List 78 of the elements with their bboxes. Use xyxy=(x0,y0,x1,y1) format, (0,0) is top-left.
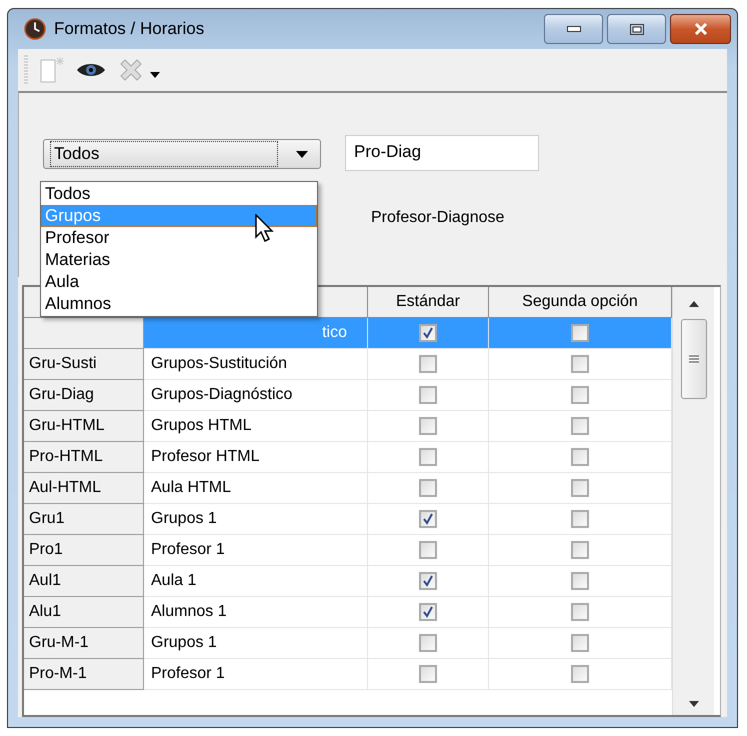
code-field[interactable]: Pro-Diag xyxy=(345,135,539,171)
scroll-up-icon xyxy=(688,301,698,307)
row-header-cell: Gru-Diag xyxy=(24,380,144,411)
checkbox[interactable] xyxy=(571,603,589,621)
toolbar-button[interactable] xyxy=(150,72,160,78)
checkbox[interactable] xyxy=(571,665,589,683)
maximize-icon xyxy=(630,24,644,34)
table-cell: Aula 1 xyxy=(151,572,196,590)
new-document-icon xyxy=(38,55,66,85)
row-header-cell: Pro-M-1 xyxy=(24,659,144,690)
caret-icon xyxy=(150,72,160,78)
row-header-cell: Alu1 xyxy=(24,597,144,628)
checkbox[interactable] xyxy=(571,324,589,342)
row-header-cell: Gru-HTML xyxy=(24,411,144,442)
dropdown-option[interactable]: Aula xyxy=(41,271,317,293)
column-header[interactable]: Estándar xyxy=(368,287,489,318)
clock-icon xyxy=(24,18,46,40)
table-cell: Profesor 1 xyxy=(151,541,225,559)
toolbar-button[interactable] xyxy=(76,61,106,79)
eye-icon xyxy=(76,61,106,79)
checkbox[interactable] xyxy=(571,417,589,435)
dropdown-option[interactable]: Alumnos xyxy=(41,293,317,315)
checkbox[interactable] xyxy=(419,386,437,404)
row-header-cell: Pro-HTML xyxy=(24,442,144,473)
checkbox[interactable] xyxy=(571,448,589,466)
window-title: Formatos / Horarios xyxy=(54,19,204,39)
checkbox[interactable] xyxy=(419,665,437,683)
minimize-icon xyxy=(566,26,580,32)
checkbox[interactable] xyxy=(419,355,437,373)
dropdown-option[interactable]: Profesor xyxy=(41,227,317,249)
checkbox[interactable] xyxy=(571,510,589,528)
checkbox[interactable] xyxy=(419,448,437,466)
checkbox[interactable] xyxy=(419,541,437,559)
row-header-cell: Gru1 xyxy=(24,504,144,535)
close-icon xyxy=(692,23,708,35)
scrollbar[interactable] xyxy=(672,287,714,715)
checkbox[interactable] xyxy=(571,479,589,497)
checkbox[interactable] xyxy=(419,324,437,342)
dropdown-option[interactable]: Materias xyxy=(41,249,317,271)
table-cell: Alumnos 1 xyxy=(151,603,227,621)
checkbox[interactable] xyxy=(419,479,437,497)
close-button[interactable] xyxy=(670,14,731,44)
checkbox[interactable] xyxy=(419,634,437,652)
scroll-down-icon xyxy=(688,701,698,707)
table-cell: Grupos-Diagnóstico xyxy=(151,386,292,404)
row-header-cell: Pro1 xyxy=(24,535,144,566)
table-cell: tico xyxy=(322,324,347,342)
checkbox[interactable] xyxy=(571,355,589,373)
mouse-pointer-icon xyxy=(255,214,275,242)
row-header-cell: Aul1 xyxy=(24,566,144,597)
type-dropdown[interactable]: Todos xyxy=(43,139,321,169)
scrollbar-thumb[interactable] xyxy=(680,319,706,399)
grip-icon xyxy=(24,55,28,85)
table-cell: Profesor 1 xyxy=(151,665,225,683)
table-cell: Profesor HTML xyxy=(151,448,260,466)
checkbox[interactable] xyxy=(571,541,589,559)
checkbox[interactable] xyxy=(419,417,437,435)
checkbox[interactable] xyxy=(571,572,589,590)
maximize-button[interactable] xyxy=(607,14,666,44)
checkbox[interactable] xyxy=(419,572,437,590)
checkbox[interactable] xyxy=(571,386,589,404)
table-cell: Grupos 1 xyxy=(151,634,217,652)
description-label: Profesor-Diagnose xyxy=(371,209,506,227)
row-header-cell: Aul-HTML xyxy=(24,473,144,504)
column-header[interactable]: Segunda opción xyxy=(489,287,672,318)
checkbox[interactable] xyxy=(419,510,437,528)
table-cell: Grupos-Sustitución xyxy=(151,355,288,373)
row-header-cell: Gru-Susti xyxy=(24,349,144,380)
table-cell: Grupos 1 xyxy=(151,510,217,528)
checkbox[interactable] xyxy=(571,634,589,652)
minimize-button[interactable] xyxy=(544,14,603,44)
grip-icon xyxy=(688,355,698,363)
table-cell: Grupos HTML xyxy=(151,417,252,435)
table-cell: Aula HTML xyxy=(151,479,232,497)
caret-icon xyxy=(296,150,308,158)
checkbox[interactable] xyxy=(419,603,437,621)
row-header-cell: Gru-M-1 xyxy=(24,628,144,659)
dropdown-option[interactable]: Todos xyxy=(41,183,317,205)
